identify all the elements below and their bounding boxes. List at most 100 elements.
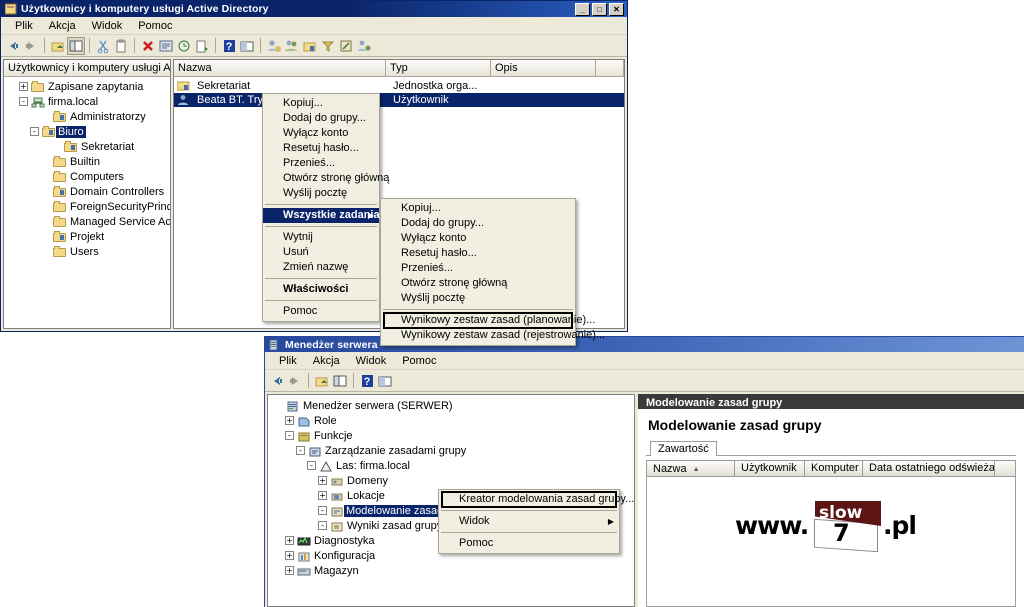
modeling-context-menu[interactable]: Kreator modelowania zasad grupy... Widok ▶… xyxy=(438,489,634,554)
copy-icon[interactable] xyxy=(113,38,129,54)
expand-icon[interactable]: + xyxy=(285,566,294,575)
cut-icon[interactable] xyxy=(95,38,111,54)
collapse-icon[interactable]: - xyxy=(30,127,39,136)
grid-header-komputer[interactable]: Komputer xyxy=(805,461,863,476)
tree-item-foreignsecurityprincipals[interactable]: ForeignSecurityPrincipals xyxy=(4,199,170,214)
grid-header-uzytkownik[interactable]: Użytkownik xyxy=(735,461,805,476)
list-row[interactable]: Sekretariat Jednostka orga... xyxy=(174,79,624,93)
collapse-icon[interactable]: - xyxy=(307,461,316,470)
export-list-icon[interactable] xyxy=(194,38,210,54)
properties-icon[interactable] xyxy=(158,38,174,54)
up-folder-icon[interactable] xyxy=(50,38,66,54)
forward-arrow-icon[interactable] xyxy=(287,373,303,389)
console-icon[interactable] xyxy=(239,38,255,54)
menu-item-w-a-ciwo-ci[interactable]: Właściwości xyxy=(263,282,379,297)
help-icon[interactable]: ? xyxy=(221,38,237,54)
expand-icon[interactable]: + xyxy=(285,416,294,425)
tree-item-mened-er-serwera-serwer[interactable]: Menedżer serwera (SERWER) xyxy=(268,398,634,413)
ad-tree-pane[interactable]: Użytkownicy i komputery usługi Act + Zapi… xyxy=(3,59,171,329)
tree-item-zarz-dzanie-zasadami-grupy[interactable]: - Zarządzanie zasadami grupy xyxy=(268,443,634,458)
menu-item-resetuj-has-o[interactable]: Resetuj hasło... xyxy=(263,141,379,156)
back-arrow-icon[interactable] xyxy=(5,38,21,54)
menu-item-zmie-nazw[interactable]: Zmień nazwę xyxy=(263,260,379,275)
tree-item-users[interactable]: Users xyxy=(4,244,170,259)
tab-zawartosc[interactable]: Zawartość xyxy=(650,441,717,456)
menu-item-wynikowy-zestaw-zasad-rejestrowanie[interactable]: Wynikowy zestaw zasad (rejestrowanie)... xyxy=(381,328,605,343)
menu-item-resetuj-has-o[interactable]: Resetuj hasło... xyxy=(381,246,575,261)
up-folder-icon[interactable] xyxy=(314,373,330,389)
menu-item-dodaj-do-grupy[interactable]: Dodaj do grupy... xyxy=(381,216,575,231)
tree-item-computers[interactable]: Computers xyxy=(4,169,170,184)
menu-item-wy-lij-poczt[interactable]: Wyślij pocztę xyxy=(263,186,379,201)
menu-item-przenie[interactable]: Przenieś... xyxy=(381,261,575,276)
tree-item-administratorzy[interactable]: Administratorzy xyxy=(4,109,170,124)
menu-item-widok[interactable]: Widok ▶ xyxy=(439,514,619,529)
collapse-icon[interactable]: - xyxy=(285,431,294,440)
tree-item-builtin[interactable]: Builtin xyxy=(4,154,170,169)
add-to-group-icon[interactable] xyxy=(356,38,372,54)
collapse-icon[interactable]: - xyxy=(318,506,327,515)
menu-widok[interactable]: Widok xyxy=(84,19,131,33)
collapse-icon[interactable]: - xyxy=(296,446,305,455)
column-header-nazwa[interactable]: Nazwa xyxy=(174,60,386,76)
sm-menu-widok[interactable]: Widok xyxy=(348,354,395,368)
tree-item-sekretariat[interactable]: Sekretariat xyxy=(4,139,170,154)
close-button[interactable]: ✕ xyxy=(609,2,624,16)
delete-icon[interactable] xyxy=(140,38,156,54)
expand-icon[interactable]: + xyxy=(285,536,294,545)
help-icon[interactable]: ? xyxy=(359,373,375,389)
refresh-icon[interactable] xyxy=(176,38,192,54)
show-hide-tree-icon[interactable] xyxy=(332,373,348,389)
menu-pomoc[interactable]: Pomoc xyxy=(130,19,180,33)
list-row[interactable]: Beata BT. Tryla Użytkownik xyxy=(174,93,624,107)
menu-item-usu[interactable]: Usuń xyxy=(263,245,379,260)
tree-item-domeny[interactable]: + Domeny xyxy=(268,473,634,488)
menu-item-pomoc[interactable]: Pomoc xyxy=(263,304,379,319)
tree-item-funkcje[interactable]: - Funkcje xyxy=(268,428,634,443)
tree-item-magazyn[interactable]: + Magazyn xyxy=(268,563,634,578)
menu-item-otw-rz-stron-g-wn[interactable]: Otwórz stronę główną xyxy=(381,276,575,291)
menu-item-kopiuj[interactable]: Kopiuj... xyxy=(381,201,575,216)
sm-menu-pomoc[interactable]: Pomoc xyxy=(394,354,444,368)
new-group-icon[interactable] xyxy=(284,38,300,54)
sm-menu-plik[interactable]: Plik xyxy=(271,354,305,368)
menu-item-wynikowy-zestaw-zasad-planowanie[interactable]: Wynikowy zestaw zasad (planowanie)... xyxy=(383,312,595,329)
tree-item-domain-controllers[interactable]: Domain Controllers xyxy=(4,184,170,199)
sm-menu-akcja[interactable]: Akcja xyxy=(305,354,348,368)
filter-icon[interactable] xyxy=(320,38,336,54)
tree-item-las-firma-local[interactable]: - Las: firma.local xyxy=(268,458,634,473)
tree-item-firma-local[interactable]: - firma.local xyxy=(4,94,170,109)
collapse-icon[interactable]: - xyxy=(19,97,28,106)
console-icon[interactable] xyxy=(377,373,393,389)
expand-icon[interactable]: + xyxy=(318,491,327,500)
find-icon[interactable] xyxy=(338,38,354,54)
column-header-opis[interactable]: Opis xyxy=(491,60,596,76)
tree-item-zapisane-zapytania[interactable]: + Zapisane zapytania xyxy=(4,79,170,94)
sm-results-grid[interactable]: Nazwa ▲ Użytkownik Komputer Data ostatni… xyxy=(646,460,1016,607)
menu-item-kopiuj[interactable]: Kopiuj... xyxy=(263,96,379,111)
column-header-typ[interactable]: Typ xyxy=(386,60,491,76)
expand-icon[interactable]: + xyxy=(318,476,327,485)
maximize-button[interactable]: □ xyxy=(592,2,607,16)
show-hide-tree-icon[interactable] xyxy=(67,36,85,55)
new-ou-icon[interactable] xyxy=(302,38,318,54)
user-context-menu[interactable]: Kopiuj... Dodaj do grupy... Wyłącz konto Re… xyxy=(262,93,389,322)
tree-item-role[interactable]: + Role xyxy=(268,413,634,428)
tree-item-biuro[interactable]: - Biuro xyxy=(4,124,170,139)
all-tasks-submenu[interactable]: Kopiuj... Dodaj do grupy... Wyłącz konto Re… xyxy=(380,198,605,346)
menu-item-dodaj-do-grupy[interactable]: Dodaj do grupy... xyxy=(263,111,379,126)
ad-list[interactable]: Sekretariat Jednostka orga... Beata BT. Tr… xyxy=(174,77,624,107)
collapse-icon[interactable]: - xyxy=(318,521,327,530)
menu-item-otw-rz-stron-g-wn[interactable]: Otwórz stronę główną xyxy=(263,171,389,186)
menu-item-wy-cz-konto[interactable]: Wyłącz konto xyxy=(263,126,379,141)
back-arrow-icon[interactable] xyxy=(269,373,285,389)
grid-header-nazwa[interactable]: Nazwa ▲ xyxy=(647,461,735,476)
grid-header-data[interactable]: Data ostatniego odświeżania xyxy=(863,461,995,476)
tree-item-projekt[interactable]: Projekt xyxy=(4,229,170,244)
menu-item-wy-lij-poczt[interactable]: Wyślij pocztę xyxy=(381,291,575,306)
menu-plik[interactable]: Plik xyxy=(7,19,41,33)
new-user-icon[interactable] xyxy=(266,38,282,54)
menu-item-wszystkie-zadania[interactable]: Wszystkie zadania ▶ xyxy=(263,208,380,223)
expand-icon[interactable]: + xyxy=(285,551,294,560)
ad-tree[interactable]: + Zapisane zapytania - firma.local Administr… xyxy=(4,77,170,259)
